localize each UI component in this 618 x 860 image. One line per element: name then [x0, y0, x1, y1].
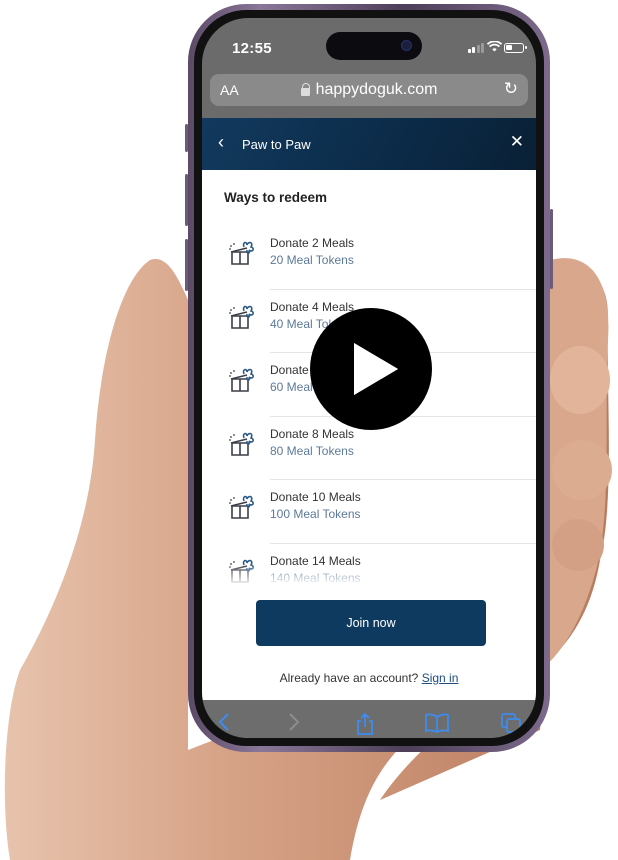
share-icon[interactable] — [355, 712, 375, 738]
gift-icon — [228, 494, 256, 520]
redeem-option-cost: 20 Meal Tokens — [270, 253, 354, 267]
chevron-left-icon[interactable]: ‹ — [218, 132, 224, 153]
redeem-option-cost: 100 Meal Tokens — [270, 507, 361, 521]
safari-toolbar — [202, 700, 536, 738]
redeem-option-title: Donate 2 Meals — [270, 236, 355, 250]
wifi-icon — [486, 40, 503, 55]
camera-icon — [401, 40, 412, 51]
app-header: ‹ Paw to Paw ✕ — [202, 118, 536, 170]
redeem-option-title: Donate 10 Meals — [270, 490, 361, 504]
redeem-option[interactable]: Donate 10 Meals 100 Meal Tokens — [202, 480, 536, 544]
mute-switch — [185, 124, 188, 152]
power-button — [550, 209, 553, 289]
gift-icon — [228, 431, 256, 457]
scroll-fade — [202, 564, 536, 586]
gift-icon — [228, 304, 256, 330]
bookmarks-icon[interactable] — [424, 712, 450, 738]
join-now-button[interactable]: Join now — [256, 600, 486, 646]
sign-in-link[interactable]: Sign in — [422, 671, 459, 685]
volume-down-button — [185, 239, 188, 291]
battery-icon — [504, 43, 527, 53]
play-icon — [354, 343, 398, 395]
browser-back-icon[interactable] — [218, 712, 230, 738]
play-video-button[interactable] — [310, 308, 432, 430]
redeem-option-title: Donate 4 Meals — [270, 299, 355, 314]
gift-icon — [228, 240, 256, 266]
cellular-signal-icon — [467, 43, 484, 53]
dynamic-island — [326, 32, 422, 60]
reload-icon[interactable]: ↻ — [504, 79, 518, 99]
url-text: happydoguk.com — [315, 81, 438, 98]
address-bar[interactable]: AA happydoguk.com ↻ — [210, 74, 528, 106]
redeem-option-cost: 80 Meal Tokens — [270, 443, 354, 458]
close-icon[interactable]: ✕ — [510, 132, 524, 152]
tabs-icon[interactable] — [500, 712, 522, 738]
volume-up-button — [185, 174, 188, 226]
account-prompt-text: Already have an account? — [279, 671, 419, 685]
browser-forward-icon[interactable] — [288, 712, 300, 738]
redeem-option-title: Donate 8 Meals — [270, 426, 355, 441]
lock-icon — [300, 83, 311, 96]
section-title: Ways to redeem — [224, 190, 328, 205]
sign-in-prompt: Already have an account? Sign in — [202, 671, 536, 685]
text-size-button[interactable]: AA — [220, 82, 239, 98]
url-field[interactable]: happydoguk.com — [210, 81, 528, 99]
gift-icon — [228, 367, 256, 393]
status-time: 12:55 — [232, 40, 272, 57]
redeem-panel: Ways to redeem Donate 2 Meals 20 Meal Tok… — [202, 170, 536, 700]
status-bar: 12:55 — [202, 18, 536, 68]
app-header-title: Paw to Paw — [242, 137, 311, 152]
redeem-option[interactable]: Donate 2 Meals 20 Meal Tokens — [202, 226, 536, 290]
promo-stage: 12:55 AA happydoguk.com ↻ ‹ Paw to Paw ✕… — [0, 0, 618, 860]
